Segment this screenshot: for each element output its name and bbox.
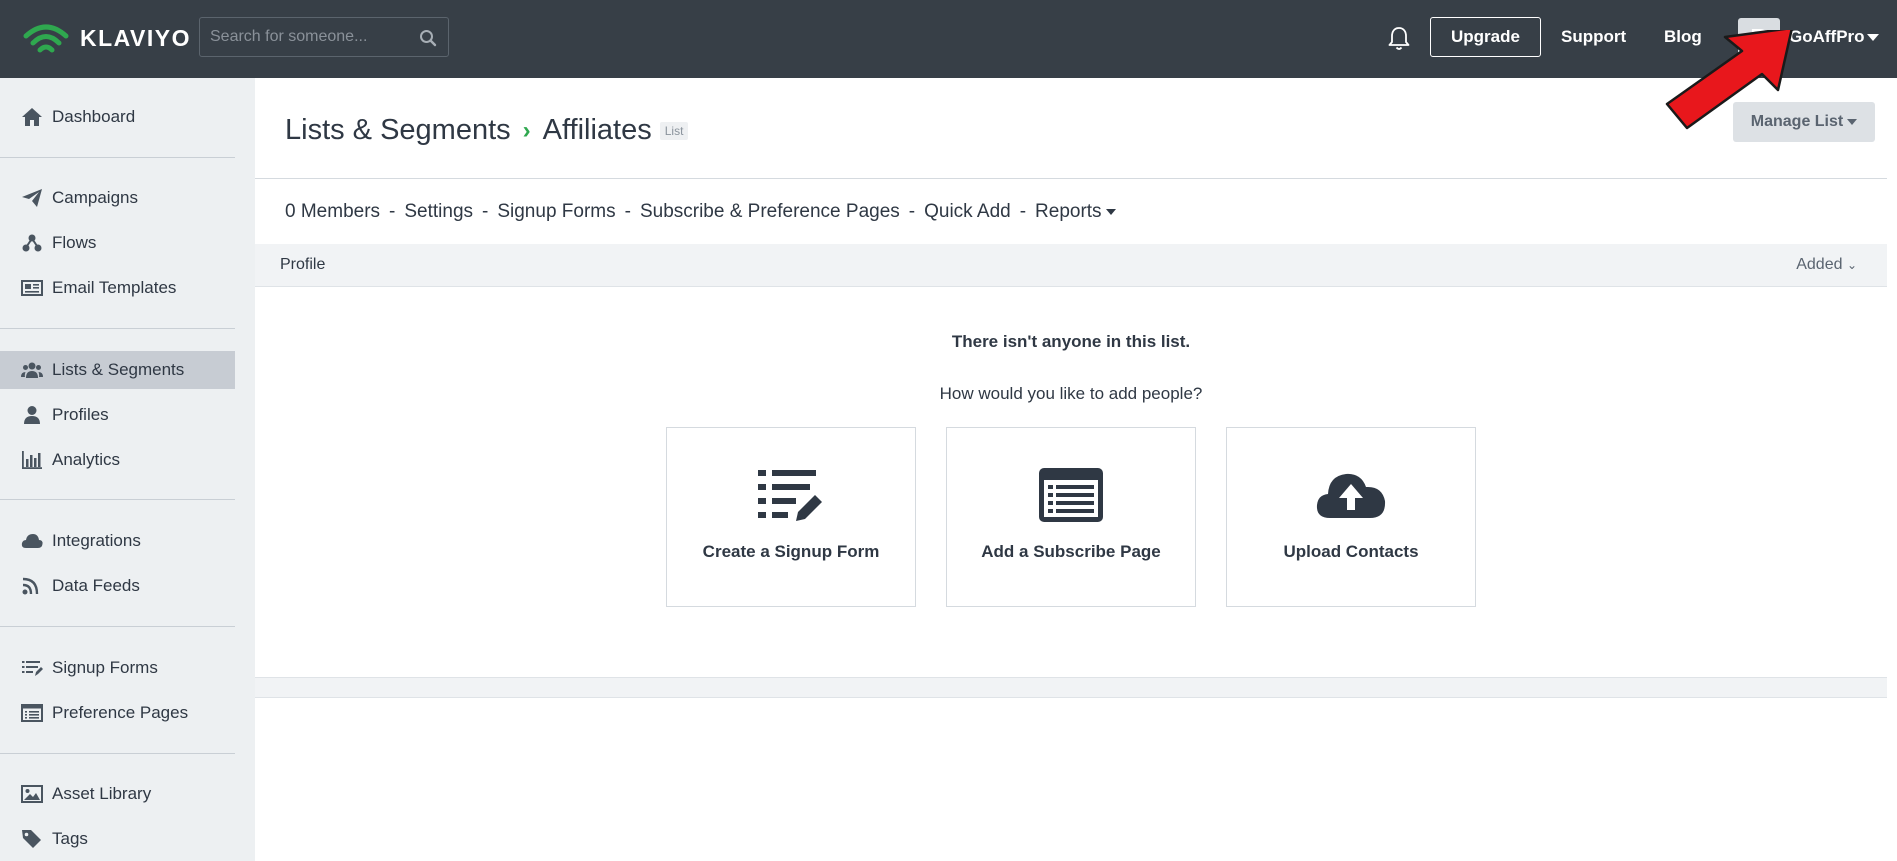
- sidebar-item-signup-forms[interactable]: Signup Forms: [0, 649, 235, 687]
- support-link[interactable]: Support: [1561, 27, 1626, 47]
- reports-dropdown[interactable]: Reports: [1035, 201, 1116, 223]
- breadcrumb-parent-link[interactable]: Lists & Segments: [285, 114, 511, 147]
- sidebar-item-email-templates[interactable]: Email Templates: [0, 269, 235, 307]
- add-subscribe-page-card[interactable]: Add a Subscribe Page: [946, 427, 1196, 607]
- user-icon: [20, 404, 44, 426]
- brand-name: KLAVIYO: [80, 24, 192, 51]
- sidebar-item-label: Integrations: [52, 531, 141, 550]
- flow-icon: [20, 232, 44, 254]
- upgrade-button[interactable]: Upgrade: [1430, 17, 1541, 57]
- sidebar-item-label: Campaigns: [52, 188, 138, 207]
- sidebar-item-analytics[interactable]: Analytics: [0, 441, 235, 479]
- subnav-separator: -: [624, 201, 631, 222]
- sidebar-item-preference-pages[interactable]: Preference Pages: [0, 694, 235, 732]
- caret-down-icon: [1105, 208, 1116, 215]
- account-dropdown-caret-icon[interactable]: [1867, 34, 1879, 41]
- sidebar-divider: [0, 328, 235, 329]
- chevron-right-icon: ›: [522, 116, 531, 144]
- sidebar-item-label: Profiles: [52, 405, 109, 424]
- red-arrow-annotation-icon: [1665, 30, 1793, 130]
- signup-forms-link[interactable]: Signup Forms: [497, 201, 615, 223]
- sidebar-item-asset-library[interactable]: Asset Library: [0, 775, 235, 813]
- search-box[interactable]: [199, 17, 449, 57]
- list-alt-icon: [947, 468, 1195, 522]
- sidebar-item-label: Data Feeds: [52, 576, 140, 595]
- table-header: Profile Added ⌄: [255, 244, 1887, 287]
- top-navigation-bar: KLAVIYO Upgrade Support Blog P GoAffPro: [0, 0, 1897, 78]
- paper-plane-icon: [20, 187, 44, 209]
- list-alt-icon: [20, 702, 44, 724]
- sidebar-item-label: Tags: [52, 829, 88, 848]
- sidebar-item-label: Lists & Segments: [52, 360, 185, 379]
- column-header-added-label: Added: [1796, 256, 1843, 273]
- cloud-upload-icon: [1227, 468, 1475, 522]
- cloud-icon: [20, 530, 44, 552]
- image-icon: [20, 783, 44, 805]
- upload-contacts-card[interactable]: Upload Contacts: [1226, 427, 1476, 607]
- list-edit-icon: [667, 468, 915, 522]
- sidebar-item-flows[interactable]: Flows: [0, 224, 235, 262]
- search-icon[interactable]: [419, 29, 437, 47]
- users-icon: [20, 359, 44, 381]
- sidebar-item-campaigns[interactable]: Campaigns: [0, 179, 235, 217]
- card-label: Add a Subscribe Page: [981, 542, 1161, 561]
- sidebar-item-integrations[interactable]: Integrations: [0, 522, 235, 560]
- sidebar-item-label: Flows: [52, 233, 97, 252]
- sidebar-item-data-feeds[interactable]: Data Feeds: [0, 567, 235, 605]
- empty-state-subtitle: How would you like to add people?: [939, 384, 1203, 403]
- sidebar-item-dashboard[interactable]: Dashboard: [0, 98, 235, 136]
- column-header-added[interactable]: Added ⌄: [1796, 256, 1857, 274]
- create-signup-form-card[interactable]: Create a Signup Form: [666, 427, 916, 607]
- tag-icon: [20, 828, 44, 850]
- wifi-logo-icon: [23, 24, 69, 53]
- subnav-separator: -: [908, 201, 916, 222]
- sidebar-item-label: Signup Forms: [52, 658, 158, 677]
- sidebar-divider: [0, 626, 235, 627]
- search-input[interactable]: [210, 28, 410, 46]
- sidebar-item-label: Preference Pages: [52, 703, 189, 722]
- bar-chart-icon: [20, 449, 44, 471]
- chevron-down-icon: ⌄: [1846, 258, 1857, 272]
- page-title: Affiliates: [542, 114, 652, 146]
- list-type-badge: List: [659, 121, 689, 140]
- rss-icon: [20, 575, 44, 597]
- sidebar-item-label: Email Templates: [52, 278, 177, 297]
- list-edit-icon: [20, 657, 44, 679]
- notification-bell-icon[interactable]: [1385, 24, 1413, 52]
- subnav-separator: -: [389, 201, 396, 222]
- sidebar-divider: [0, 753, 235, 754]
- sidebar-divider: [0, 157, 235, 158]
- subnav-separator: -: [1019, 201, 1027, 222]
- sidebar-item-profiles[interactable]: Profiles: [0, 396, 235, 434]
- sidebar-divider: [0, 499, 235, 500]
- home-icon: [20, 106, 44, 128]
- caret-down-icon: [1847, 119, 1858, 125]
- sidebar-item-label: Dashboard: [52, 107, 136, 126]
- sidebar-item-tags[interactable]: Tags: [0, 820, 235, 858]
- subscribe-preference-pages-link[interactable]: Subscribe & Preference Pages: [640, 201, 900, 223]
- card-label: Upload Contacts: [1283, 542, 1419, 561]
- members-link[interactable]: 0 Members: [285, 201, 380, 223]
- table-footer-bar: [255, 677, 1887, 698]
- quick-add-link[interactable]: Quick Add: [924, 201, 1011, 223]
- list-subnav: 0 Members - Settings - Signup Forms - Su…: [285, 201, 1116, 223]
- sidebar-item-label: Analytics: [52, 450, 121, 469]
- klaviyo-logo[interactable]: KLAVIYO: [20, 20, 191, 56]
- breadcrumb: Lists & Segments › Affiliates List: [285, 114, 689, 147]
- header-divider: [255, 178, 1887, 179]
- sidebar-item-lists-segments[interactable]: Lists & Segments: [0, 351, 235, 389]
- sidebar: Dashboard Campaigns Flows Email Template…: [0, 78, 255, 861]
- empty-state-title: There isn't anyone in this list.: [951, 332, 1191, 351]
- subnav-separator: -: [482, 201, 489, 222]
- sidebar-item-label: Asset Library: [52, 784, 152, 803]
- newspaper-icon: [20, 277, 44, 299]
- main-content: Lists & Segments › Affiliates List Manag…: [255, 78, 1887, 861]
- reports-label: Reports: [1035, 201, 1102, 222]
- settings-link[interactable]: Settings: [404, 201, 473, 223]
- column-header-profile: Profile: [280, 256, 326, 273]
- account-name[interactable]: GoAffPro: [1789, 27, 1865, 47]
- card-label: Create a Signup Form: [702, 542, 880, 561]
